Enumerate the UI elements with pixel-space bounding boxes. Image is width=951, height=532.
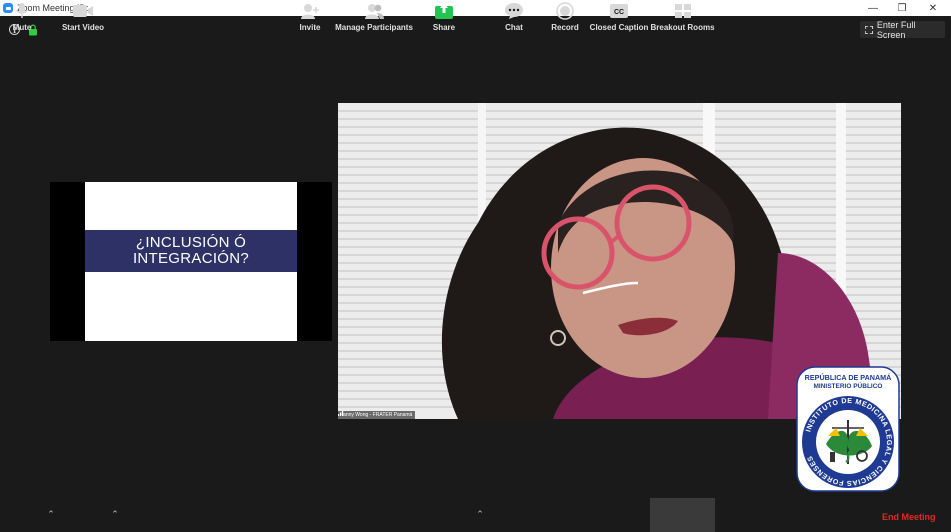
closed-caption-label: Closed Caption xyxy=(589,23,649,32)
video-options-caret-icon[interactable]: ⌃ xyxy=(110,509,120,519)
slide-title-line1: ¿INCLUSIÓN Ó xyxy=(135,234,247,251)
record-icon xyxy=(554,1,576,21)
share-button[interactable]: Share xyxy=(430,0,458,33)
closed-caption-button[interactable]: CC Closed Caption xyxy=(590,0,648,33)
participants-icon xyxy=(363,1,385,21)
mute-label: Mute xyxy=(12,23,32,32)
restore-button[interactable]: ❐ xyxy=(887,0,917,16)
invite-label: Invite xyxy=(299,23,321,32)
end-meeting-button[interactable]: End Meeting xyxy=(882,512,936,522)
fullscreen-icon xyxy=(865,25,873,34)
minimize-button[interactable]: — xyxy=(858,0,888,16)
breakout-rooms-label: Breakout Rooms xyxy=(650,23,715,32)
slide-title-line2: INTEGRACIÓN? xyxy=(132,250,250,267)
record-button[interactable]: Record xyxy=(550,0,580,33)
breakout-rooms-highlight xyxy=(650,498,715,532)
audio-options-caret-icon[interactable]: ⌃ xyxy=(46,509,56,519)
fullscreen-label: Enter Full Screen xyxy=(876,19,916,40)
invite-user-icon xyxy=(299,1,321,21)
title-bar: Zoom Meeting ID: — ❐ ✕ xyxy=(0,0,951,16)
close-button[interactable]: ✕ xyxy=(918,0,948,16)
breakout-rooms-icon xyxy=(672,1,694,21)
manage-participants-button[interactable]: Manage Participants xyxy=(335,0,413,33)
svg-text:MINISTERIO PÚBLICO: MINISTERIO PÚBLICO xyxy=(814,381,883,390)
invite-button[interactable]: Invite xyxy=(296,0,324,33)
presentation-slide: ¿INCLUSIÓN Ó INTEGRACIÓN? xyxy=(85,182,297,341)
share-label: Share xyxy=(432,23,456,32)
record-label: Record xyxy=(551,23,579,32)
shared-screen: ¿INCLUSIÓN Ó INTEGRACIÓN? xyxy=(50,182,332,341)
start-video-label: Start Video xyxy=(61,23,105,32)
signal-icon xyxy=(338,411,344,416)
breakout-rooms-button[interactable]: Breakout Rooms xyxy=(650,0,715,33)
manage-participants-label: Manage Participants xyxy=(335,23,413,32)
participant-name: Fanny Wong - FRATER Panamá xyxy=(340,412,413,418)
closed-caption-icon: CC xyxy=(608,1,630,21)
participant-name-tag: Fanny Wong - FRATER Panamá xyxy=(338,411,416,419)
share-options-caret-icon[interactable]: ⌃ xyxy=(475,509,485,519)
chat-label: Chat xyxy=(505,23,523,32)
mute-button[interactable]: Mute xyxy=(7,0,37,33)
cc-icon-text: CC xyxy=(614,9,624,16)
share-screen-icon xyxy=(433,1,455,21)
chat-bubble-icon xyxy=(503,1,525,21)
video-camera-icon xyxy=(72,1,94,21)
slide-title-band: ¿INCLUSIÓN Ó INTEGRACIÓN? xyxy=(85,230,297,272)
start-video-button[interactable]: Start Video xyxy=(60,0,106,33)
enter-full-screen-button[interactable]: Enter Full Screen xyxy=(860,19,945,40)
svg-text:REPÚBLICA DE PANAMÁ: REPÚBLICA DE PANAMÁ xyxy=(805,373,892,382)
microphone-icon xyxy=(11,1,33,21)
chat-button[interactable]: Chat xyxy=(502,0,526,33)
institute-seal-logo: REPÚBLICA DE PANAMÁ MINISTERIO PÚBLICO I… xyxy=(796,366,900,492)
